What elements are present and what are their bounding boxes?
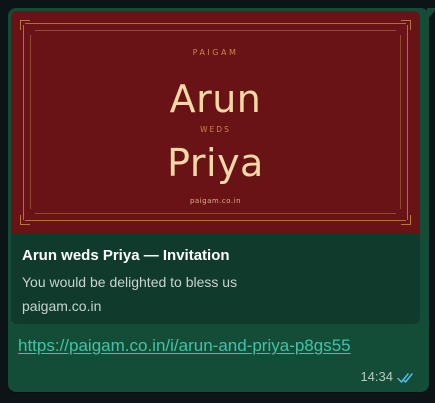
- frame-top-line: [25, 23, 406, 24]
- frame-corner-top-right: [401, 20, 411, 30]
- link-preview-title: Arun weds Priya — Invitation: [22, 247, 230, 264]
- invitation-footer-domain: paigam.co.in: [189, 197, 242, 205]
- bubble-tail: [427, 8, 435, 20]
- frame-inner-bottom-line: [35, 213, 396, 214]
- message-timestamp: 14:34: [360, 369, 393, 384]
- link-preview-description: You would be delighted to bless us: [22, 274, 238, 290]
- invitation-preview-image[interactable]: PAIGAM Arun WEDS Priya paigam.co.in: [11, 11, 420, 234]
- frame-corner-bottom-left: [20, 215, 30, 225]
- message-meta: 14:34: [360, 369, 415, 384]
- message-url-link[interactable]: https://paigam.co.in/i/arun-and-priya-p8…: [18, 336, 351, 356]
- invitation-connector: WEDS: [200, 125, 231, 134]
- invitation-name-first: Arun: [169, 77, 262, 121]
- invitation-brand: PAIGAM: [192, 48, 239, 57]
- outgoing-message-bubble[interactable]: PAIGAM Arun WEDS Priya paigam.co.in Arun…: [8, 8, 435, 392]
- invitation-name-second: Priya: [167, 141, 264, 185]
- link-preview-domain: paigam.co.in: [22, 298, 102, 314]
- frame-bottom-line: [25, 220, 406, 221]
- frame-corner-top-left: [20, 20, 30, 30]
- frame-corner-bottom-right: [401, 215, 411, 225]
- link-preview-card[interactable]: PAIGAM Arun WEDS Priya paigam.co.in Arun…: [11, 11, 420, 324]
- double-check-read-icon: [397, 371, 415, 383]
- frame-inner-top-line: [35, 30, 396, 31]
